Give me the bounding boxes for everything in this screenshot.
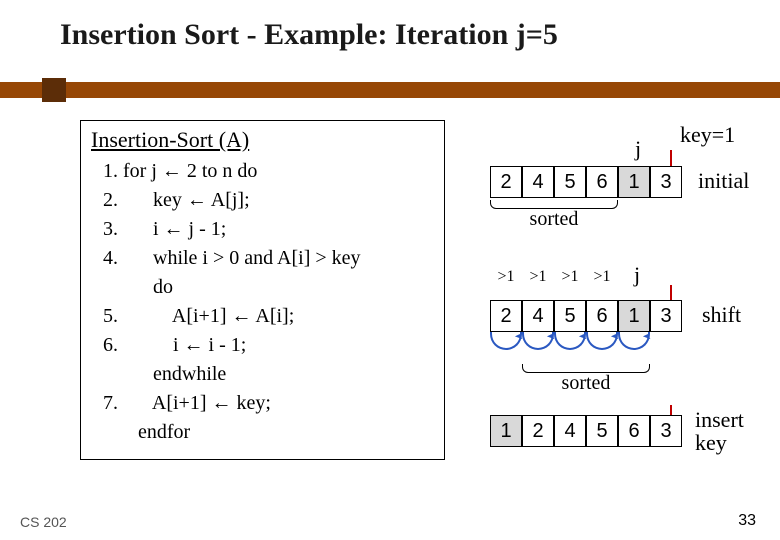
array-cell: 6: [586, 166, 618, 198]
j-pointer-label: j: [635, 136, 641, 162]
algo-line: 3. i ← j - 1;: [103, 215, 434, 244]
slide-title: Insertion Sort - Example: Iteration j=5: [60, 18, 780, 52]
sorted-brace: sorted: [522, 366, 650, 389]
array-cell: 1: [618, 300, 650, 332]
array-cell: 1: [618, 166, 650, 198]
array-row-initial: 2 4 5 6 1 3: [490, 166, 682, 198]
array-cell: 2: [522, 415, 554, 447]
accent-bar: [0, 82, 780, 98]
row-label-shift: shift: [702, 302, 741, 328]
gt-mark: >1: [586, 268, 618, 286]
algo-line: 4. while i > 0 and A[i] > key: [103, 244, 434, 273]
array-cell: 3: [650, 300, 682, 332]
row-label-insert: insert key: [695, 408, 770, 454]
shift-arrow-icon: [618, 332, 650, 350]
sorted-brace: sorted: [490, 202, 618, 225]
array-cell: 4: [522, 300, 554, 332]
algo-line: 5. A[i+1] ← A[i];: [103, 302, 434, 331]
algorithm-lines: 1. for j ← 2 to n do 2. key ← A[j]; 3. i…: [91, 157, 434, 447]
algo-line: endwhile: [103, 360, 434, 389]
array-cell: 6: [618, 415, 650, 447]
gt-mark: >1: [554, 268, 586, 286]
array-cell: 5: [554, 166, 586, 198]
gt-mark: >1: [490, 268, 522, 286]
algorithm-box: Insertion-Sort (A) 1. for j ← 2 to n do …: [80, 120, 445, 460]
shift-arrow-icon: [554, 332, 586, 350]
array-cell: 2: [490, 166, 522, 198]
algo-line: 2. key ← A[j];: [103, 186, 434, 215]
slide-number: 33: [738, 512, 756, 530]
array-cell: 5: [554, 300, 586, 332]
gt-comparisons: >1 >1 >1 >1: [490, 268, 618, 286]
array-row-shift: 2 4 5 6 1 3: [490, 300, 682, 332]
algo-line: do: [103, 273, 434, 302]
array-cell: 5: [586, 415, 618, 447]
shift-arrows: [490, 332, 650, 356]
shift-arrow-icon: [586, 332, 618, 350]
content-area: Insertion-Sort (A) 1. for j ← 2 to n do …: [70, 110, 760, 500]
shift-arrow-icon: [522, 332, 554, 350]
algo-line: 7. A[i+1] ← key;: [103, 389, 434, 418]
key-label: key=1: [680, 122, 735, 148]
j-pointer-label: j: [634, 262, 640, 288]
array-cell: 4: [522, 166, 554, 198]
algo-line: 1. for j ← 2 to n do: [103, 157, 434, 186]
array-cell: 1: [490, 415, 522, 447]
array-cell: 4: [554, 415, 586, 447]
algo-line: 6. i ← i - 1;: [103, 331, 434, 360]
algorithm-title: Insertion-Sort (A): [91, 127, 434, 153]
shift-arrow-icon: [490, 332, 522, 350]
array-cell: 2: [490, 300, 522, 332]
accent-square: [42, 78, 66, 102]
array-cell: 6: [586, 300, 618, 332]
array-row-insert: 1 2 4 5 6 3: [490, 415, 682, 447]
gt-mark: >1: [522, 268, 554, 286]
row-label-initial: initial: [698, 168, 749, 194]
footer-course: CS 202: [20, 514, 67, 530]
array-cell: 3: [650, 166, 682, 198]
array-cell: 3: [650, 415, 682, 447]
algo-line: endfor: [103, 418, 434, 447]
